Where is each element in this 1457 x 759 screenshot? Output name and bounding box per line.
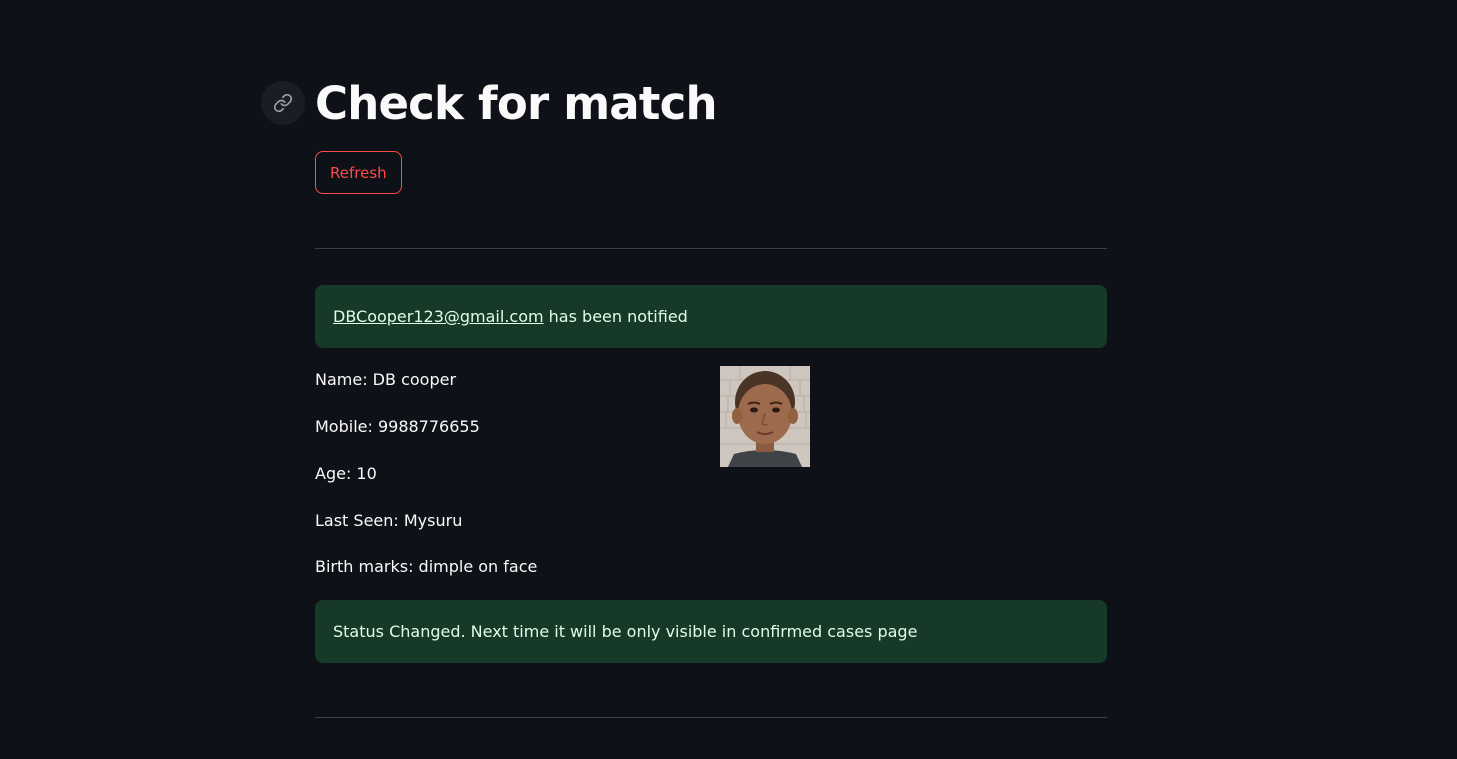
notification-alert: DBCooper123@gmail.com has been notified (315, 285, 1107, 348)
name-field: Name: DB cooper (315, 370, 457, 389)
status-message: Status Changed. Next time it will be onl… (333, 622, 918, 641)
divider-bottom (315, 717, 1107, 718)
refresh-button[interactable]: Refresh (315, 151, 402, 194)
mobile-field: Mobile: 9988776655 (315, 417, 480, 436)
divider-top (315, 248, 1107, 249)
notification-message: has been notified (543, 307, 688, 326)
last-seen-field: Last Seen: Mysuru (315, 511, 463, 530)
page-title: Check for match (315, 77, 717, 130)
birth-marks-field: Birth marks: dimple on face (315, 557, 538, 576)
person-photo (720, 366, 810, 467)
email-link[interactable]: DBCooper123@gmail.com (333, 307, 544, 326)
main-page: Check for match Refresh DBCooper123@gmai… (0, 0, 1457, 759)
link-icon[interactable] (261, 81, 305, 125)
status-alert: Status Changed. Next time it will be onl… (315, 600, 1107, 663)
age-field: Age: 10 (315, 464, 377, 483)
